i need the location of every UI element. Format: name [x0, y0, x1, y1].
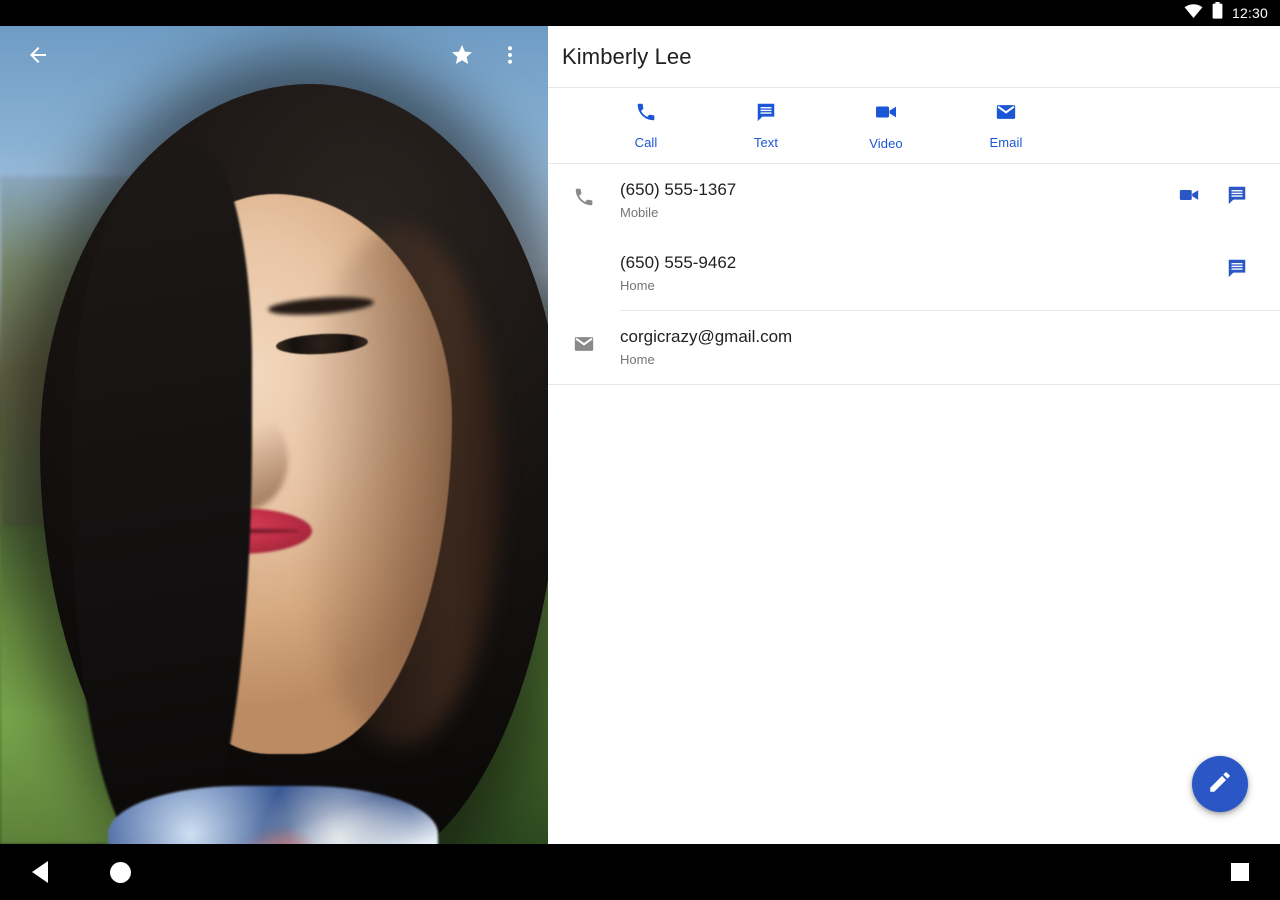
phone-number: (650) 555-9462	[620, 252, 1226, 274]
photo-toolbar	[0, 26, 548, 84]
message-icon[interactable]	[1226, 257, 1248, 279]
photo-hair-strand	[72, 146, 252, 844]
contact-detail-screen: 12:30	[0, 0, 1280, 900]
row-text: (650) 555-9462 Home	[620, 251, 1226, 296]
action-email[interactable]: Email	[946, 101, 1066, 150]
table-row[interactable]: (650) 555-9462 Home	[548, 237, 1280, 310]
nav-home-circle	[110, 862, 131, 883]
phone-icon	[548, 178, 620, 208]
nav-recents-square	[1231, 863, 1249, 881]
email-icon	[995, 101, 1017, 128]
contact-info-list: (650) 555-1367 Mobile	[548, 164, 1280, 385]
edit-fab-button[interactable]	[1192, 756, 1248, 812]
nav-recents-icon[interactable]	[1212, 844, 1268, 900]
table-row[interactable]: corgicrazy@gmail.com Home	[548, 311, 1280, 384]
action-call[interactable]: Call	[586, 101, 706, 150]
message-icon[interactable]	[1226, 184, 1248, 206]
action-video[interactable]: Video	[826, 100, 946, 151]
action-text-label: Text	[754, 135, 778, 150]
contact-detail-panel: Kimberly Lee Call	[548, 26, 1280, 844]
row-text: corgicrazy@gmail.com Home	[620, 325, 1248, 370]
android-nav-bar	[0, 844, 1280, 900]
quick-action-bar: Call Text	[548, 88, 1280, 164]
table-row[interactable]: (650) 555-1367 Mobile	[548, 164, 1280, 237]
nav-back-triangle	[32, 861, 48, 883]
divider	[548, 384, 1280, 385]
action-text[interactable]: Text	[706, 101, 826, 150]
nav-home-icon[interactable]	[92, 844, 148, 900]
wifi-icon	[1184, 4, 1203, 23]
phone-number: (650) 555-1367	[620, 179, 1178, 201]
email-icon	[548, 325, 620, 355]
nav-back-icon[interactable]	[12, 844, 68, 900]
status-bar: 12:30	[0, 0, 1280, 26]
star-icon[interactable]	[438, 31, 486, 79]
videocam-icon	[874, 100, 898, 129]
detail-header: Kimberly Lee	[548, 26, 1280, 88]
action-video-label: Video	[869, 136, 903, 151]
action-email-label: Email	[989, 135, 1022, 150]
page-title: Kimberly Lee	[562, 44, 692, 70]
message-icon	[755, 101, 777, 128]
status-clock: 12:30	[1232, 6, 1268, 20]
email-address: corgicrazy@gmail.com	[620, 326, 1248, 348]
more-vert-icon[interactable]	[486, 31, 534, 79]
contact-photo-panel	[0, 26, 548, 844]
row-actions	[1178, 178, 1256, 206]
action-call-label: Call	[635, 135, 658, 150]
row-actions	[1248, 325, 1256, 331]
phone-label: Home	[620, 276, 1226, 296]
phone-label: Mobile	[620, 203, 1178, 223]
phone-icon	[635, 101, 657, 128]
row-actions	[1226, 251, 1256, 279]
email-label: Home	[620, 350, 1248, 370]
row-text: (650) 555-1367 Mobile	[620, 178, 1178, 223]
videocam-icon[interactable]	[1178, 184, 1200, 206]
battery-icon	[1212, 2, 1223, 24]
back-arrow-icon[interactable]	[14, 31, 62, 79]
pencil-edit-icon	[1207, 769, 1233, 800]
